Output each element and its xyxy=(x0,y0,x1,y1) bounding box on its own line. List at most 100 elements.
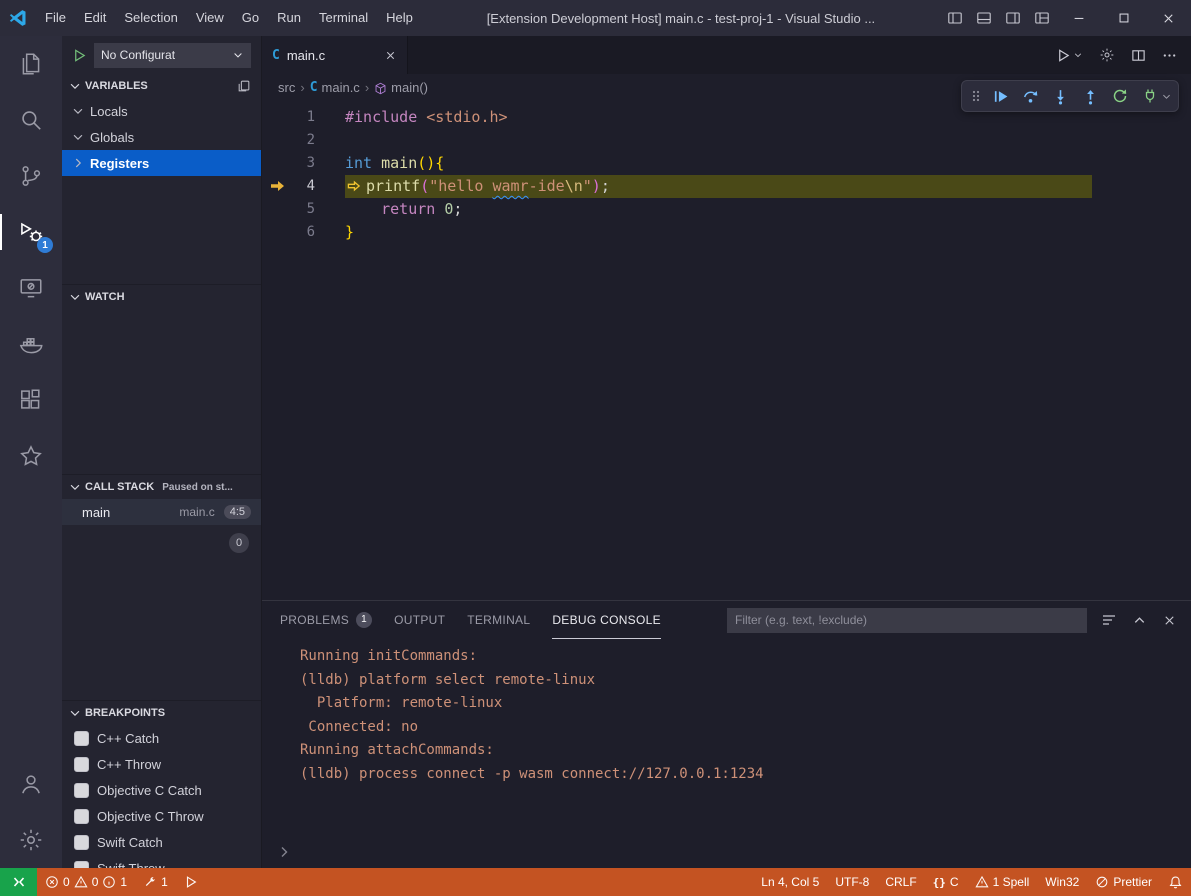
menu-file[interactable]: File xyxy=(36,0,75,36)
line-number-gutter[interactable]: 5 xyxy=(262,198,315,221)
console-input-prompt[interactable] xyxy=(276,844,1191,860)
menu-view[interactable]: View xyxy=(187,0,233,36)
call-stack-header[interactable]: CALL STACK Paused on st... xyxy=(62,475,261,499)
run-and-debug-sidebar: No Configurat VARIABLES LocalsGlobalsReg… xyxy=(62,36,262,868)
breakpoint-checkbox[interactable] xyxy=(74,861,89,869)
console-filter-input[interactable] xyxy=(727,608,1087,633)
toggle-secondary-sidebar-icon[interactable] xyxy=(998,0,1027,36)
breadcrumb-file[interactable]: Cmain.c xyxy=(310,80,360,95)
split-editor-icon[interactable] xyxy=(1131,48,1146,63)
menu-selection[interactable]: Selection xyxy=(115,0,186,36)
stack-frame-row[interactable]: main main.c 4:5 xyxy=(62,499,261,525)
open-settings-icon[interactable] xyxy=(1099,47,1115,63)
step-over-button[interactable] xyxy=(1015,83,1045,109)
code-token: printf xyxy=(366,177,420,195)
line-number-gutter[interactable]: 4 xyxy=(262,175,315,198)
encoding-indicator[interactable]: UTF-8 xyxy=(827,868,877,896)
launch-configuration-label: No Configurat xyxy=(101,48,232,62)
line-number-gutter[interactable]: 3 xyxy=(262,152,315,175)
activity-explorer[interactable] xyxy=(0,36,62,92)
start-debugging-button[interactable] xyxy=(72,48,87,63)
activity-remote-explorer[interactable] xyxy=(0,260,62,316)
breakpoint-row-c-catch[interactable]: C++ Catch xyxy=(62,725,261,751)
panel-tab-output[interactable]: OUTPUT xyxy=(394,601,445,639)
step-out-button[interactable] xyxy=(1075,83,1105,109)
debug-session-dropdown[interactable] xyxy=(1159,83,1173,109)
panel-tab-terminal[interactable]: TERMINAL xyxy=(467,601,530,639)
toggle-panel-icon[interactable] xyxy=(969,0,998,36)
variables-item-globals[interactable]: Globals xyxy=(62,124,261,150)
breakpoint-checkbox[interactable] xyxy=(74,809,89,824)
continue-button[interactable] xyxy=(985,83,1015,109)
maximize-panel-icon[interactable] xyxy=(1132,613,1147,628)
activity-source-control[interactable] xyxy=(0,148,62,204)
language-mode[interactable]: {}C xyxy=(925,868,967,896)
code-token: ; xyxy=(453,200,462,218)
activity-run-and-debug[interactable]: 1 xyxy=(0,204,62,260)
breakpoint-row-swift-throw[interactable]: Swift Throw xyxy=(62,855,261,868)
customize-layout-icon[interactable] xyxy=(1027,0,1056,36)
run-file-button[interactable] xyxy=(1056,48,1083,63)
notifications-bell[interactable] xyxy=(1160,868,1191,896)
tools-status[interactable]: 1 xyxy=(135,868,176,896)
breakpoint-row-objective-c-catch[interactable]: Objective C Catch xyxy=(62,777,261,803)
variables-item-locals[interactable]: Locals xyxy=(62,98,261,124)
menu-edit[interactable]: Edit xyxy=(75,0,115,36)
line-number-gutter[interactable]: 1 xyxy=(262,106,315,129)
formatter-status[interactable]: Prettier xyxy=(1087,868,1160,896)
activity-favorites[interactable] xyxy=(0,428,62,484)
maximize-button[interactable] xyxy=(1101,0,1146,36)
close-tab-icon[interactable] xyxy=(384,49,397,62)
close-panel-icon[interactable] xyxy=(1162,613,1177,628)
variables-item-registers[interactable]: Registers xyxy=(62,150,261,176)
breakpoint-checkbox[interactable] xyxy=(74,731,89,746)
eol-indicator[interactable]: CRLF xyxy=(877,868,924,896)
restart-button[interactable] xyxy=(1105,83,1135,109)
debug-launch-status[interactable] xyxy=(176,868,206,896)
variables-header[interactable]: VARIABLES xyxy=(62,74,261,98)
step-into-button[interactable] xyxy=(1045,83,1075,109)
more-actions-icon[interactable] xyxy=(1162,48,1177,63)
cursor-position[interactable]: Ln 4, Col 5 xyxy=(753,868,827,896)
panel-tab-debug-console[interactable]: DEBUG CONSOLE xyxy=(552,601,661,639)
breakpoint-checkbox[interactable] xyxy=(74,835,89,850)
debug-console-output[interactable]: Running initCommands:(lldb) platform sel… xyxy=(262,639,1191,868)
toolbar-drag-handle[interactable] xyxy=(967,83,985,109)
activity-docker[interactable] xyxy=(0,316,62,372)
line-number-gutter[interactable]: 6 xyxy=(262,221,315,244)
menu-terminal[interactable]: Terminal xyxy=(310,0,377,36)
activity-search[interactable] xyxy=(0,92,62,148)
breakpoint-checkbox[interactable] xyxy=(74,757,89,772)
platform-indicator[interactable]: Win32 xyxy=(1037,868,1087,896)
breakpoints-header[interactable]: BREAKPOINTS xyxy=(62,701,261,725)
collapse-all-icon[interactable] xyxy=(237,79,251,93)
code-editor[interactable]: 1#include <stdio.h>23int main(){4printf(… xyxy=(262,100,1191,600)
activity-extensions[interactable] xyxy=(0,372,62,428)
breadcrumb-symbol[interactable]: main() xyxy=(374,79,428,94)
launch-configuration-dropdown[interactable]: No Configurat xyxy=(94,43,251,68)
menu-go[interactable]: Go xyxy=(233,0,268,36)
close-button[interactable] xyxy=(1146,0,1191,36)
menu-help[interactable]: Help xyxy=(377,0,422,36)
remote-indicator[interactable] xyxy=(0,868,37,896)
minimize-button[interactable] xyxy=(1056,0,1101,36)
breakpoint-row-objective-c-throw[interactable]: Objective C Throw xyxy=(62,803,261,829)
spell-checker-status[interactable]: 1 Spell xyxy=(967,868,1038,896)
activity-settings[interactable] xyxy=(0,812,62,868)
menu-bar: FileEditSelectionViewGoRunTerminalHelp xyxy=(36,0,422,36)
activity-accounts[interactable] xyxy=(0,756,62,812)
tab-main-c[interactable]: C main.c xyxy=(262,36,408,74)
info-icon xyxy=(102,875,116,889)
breakpoint-row-c-throw[interactable]: C++ Throw xyxy=(62,751,261,777)
breakpoint-checkbox[interactable] xyxy=(74,783,89,798)
console-options-icon[interactable] xyxy=(1101,612,1117,628)
line-number-gutter[interactable]: 2 xyxy=(262,129,315,152)
breakpoint-row-swift-catch[interactable]: Swift Catch xyxy=(62,829,261,855)
watch-header[interactable]: WATCH xyxy=(62,285,261,309)
problems-status[interactable]: 0 0 1 xyxy=(37,868,135,896)
variables-title: VARIABLES xyxy=(85,80,148,92)
toggle-sidebar-icon[interactable] xyxy=(940,0,969,36)
breadcrumb-folder[interactable]: src xyxy=(278,80,295,95)
panel-tab-problems[interactable]: PROBLEMS1 xyxy=(280,601,372,639)
menu-run[interactable]: Run xyxy=(268,0,310,36)
